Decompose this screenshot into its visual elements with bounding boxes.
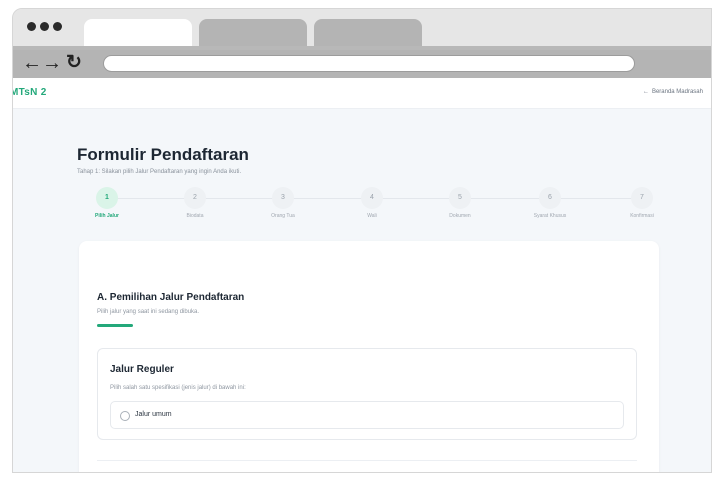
step-label: Syarat Khusus [533,213,567,219]
section-accent-bar [97,324,133,327]
footer-divider [97,460,637,461]
page-content: MTsN 2 ← Beranda Madrasah Formulir Pendaf… [13,78,711,472]
route-group-title: Jalur Reguler [110,364,174,375]
step-3[interactable]: 3 Orang Tua [253,187,313,219]
browser-tab[interactable] [314,19,422,47]
step-number: 2 [184,187,206,209]
browser-tab[interactable] [199,19,307,47]
window-control-close[interactable] [27,22,36,31]
step-2[interactable]: 2 Biodata [165,187,225,219]
route-option-jalur-umum[interactable]: Jalur umum [110,401,624,429]
step-number: 1 [96,187,118,209]
radio-button[interactable] [120,411,130,421]
browser-tab-active[interactable] [84,19,192,47]
tab-strip [13,9,711,47]
route-option-label: Jalur umum [135,411,172,418]
step-6[interactable]: 6 Syarat Khusus [520,187,580,219]
back-arrow-icon[interactable]: ← [22,53,42,73]
step-number: 4 [361,187,383,209]
window-control-minimize[interactable] [40,22,49,31]
arrow-left-icon: ← [642,89,649,95]
browser-toolbar: ← → ↻ [13,50,711,78]
step-label: Konfirmasi [630,213,654,219]
browser-window: ← → ↻ MTsN 2 ← Beranda Madrasah Formulir … [12,8,712,473]
address-bar[interactable] [103,55,635,72]
page-title: Formulir Pendaftaran [77,145,249,164]
section-subtitle: Pilih jalur yang saat ini sedang dibuka. [97,309,200,315]
section-title: A. Pemilihan Jalur Pendaftaran [97,292,245,303]
step-number: 7 [631,187,653,209]
progress-stepper: 1 Pilih Jalur 2 Biodata 3 Orang Tua 4 Wa… [77,183,667,223]
step-label: Pilih Jalur [95,213,119,219]
route-group-card: Jalur Reguler Pilih salah satu spesifika… [97,348,637,440]
reload-icon[interactable]: ↻ [66,53,82,73]
step-7[interactable]: 7 Konfirmasi [612,187,672,219]
form-card: A. Pemilihan Jalur Pendaftaran Pilih jal… [79,241,659,472]
step-number: 6 [539,187,561,209]
step-1[interactable]: 1 Pilih Jalur [77,187,137,219]
top-navbar: MTsN 2 ← Beranda Madrasah [13,78,711,109]
back-link-label: Beranda Madrasah [651,89,703,95]
step-label: Biodata [186,213,204,219]
step-label: Wali [367,213,377,219]
step-5[interactable]: 5 Dokumen [430,187,490,219]
back-to-home-link[interactable]: ← Beranda Madrasah [643,89,703,95]
route-group-hint: Pilih salah satu spesifikasi (jenis jalu… [110,385,246,391]
page-subtitle: Tahap 1: Silakan pilih Jalur Pendaftaran… [77,169,242,175]
step-label: Dokumen [449,213,471,219]
brand-logo[interactable]: MTsN 2 [13,87,47,98]
step-number: 3 [272,187,294,209]
step-label: Orang Tua [271,213,295,219]
window-control-maximize[interactable] [53,22,62,31]
forward-arrow-icon[interactable]: → [42,53,62,73]
step-number: 5 [449,187,471,209]
step-4[interactable]: 4 Wali [342,187,402,219]
